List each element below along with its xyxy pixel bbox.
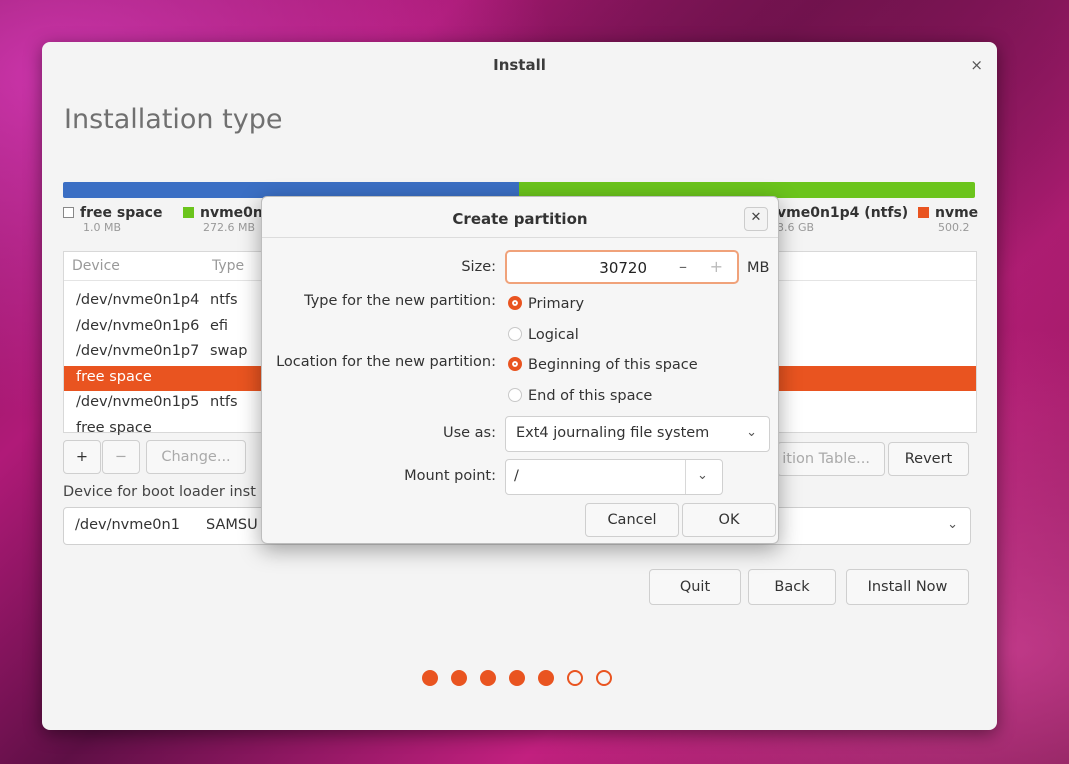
size-label: Size:	[461, 259, 496, 275]
size-unit: MB	[747, 260, 770, 276]
radio-end[interactable]: End of this space	[508, 388, 652, 404]
legend-item-nvme: nvme 500.2	[918, 205, 978, 234]
legend-item-nvme0n1p4: vme0n1p4 (ntfs) 3.6 GB	[777, 205, 908, 234]
radio-checked-icon	[508, 296, 522, 310]
column-header-type[interactable]: Type	[212, 258, 244, 274]
radio-label: Logical	[528, 327, 579, 343]
mount-point-combo[interactable]: / ⌄	[505, 459, 723, 495]
legend-label: nvme0n	[200, 205, 263, 221]
cell-device: free space	[76, 419, 152, 436]
cell-device: /dev/nvme0n1p7	[76, 343, 200, 359]
progress-dot-done	[509, 670, 525, 686]
legend-size: 3.6 GB	[777, 221, 815, 234]
radio-label: End of this space	[528, 388, 653, 404]
legend-size: 272.6 MB	[203, 221, 256, 234]
dialog-close-icon[interactable]: ✕	[744, 207, 768, 231]
cell-device: /dev/nvme0n1p4	[76, 292, 200, 308]
radio-unchecked-icon	[508, 327, 522, 341]
add-partition-button[interactable]: +	[63, 440, 101, 474]
create-partition-dialog: Create partition ✕ Size: 30720 – + MB Ty…	[261, 196, 779, 544]
cell-device: /dev/nvme0n1p6	[76, 317, 200, 334]
boot-device-model: SAMSU	[206, 517, 258, 533]
quit-button[interactable]: Quit	[649, 569, 741, 605]
legend-swatch	[183, 207, 194, 218]
radio-label: Beginning of this space	[528, 357, 698, 373]
radio-beginning[interactable]: Beginning of this space	[508, 357, 698, 373]
chevron-down-icon: ⌄	[746, 425, 757, 440]
cell-type: efi	[210, 317, 229, 334]
decrement-icon[interactable]: –	[679, 257, 687, 276]
back-button[interactable]: Back	[748, 569, 836, 605]
cell-device: /dev/nvme0n1p5	[76, 394, 200, 410]
change-partition-button[interactable]: Change...	[146, 440, 246, 474]
cell-device: free space	[76, 368, 152, 385]
mount-point-dropdown[interactable]: ⌄	[685, 460, 722, 494]
close-icon[interactable]: ×	[970, 56, 983, 74]
boot-device: /dev/nvme0n1	[75, 517, 180, 533]
legend-size: 1.0 MB	[83, 221, 122, 234]
legend-label: nvme	[935, 205, 979, 221]
progress-dot-pending	[596, 670, 612, 686]
dialog-header: Create partition ✕	[262, 197, 778, 238]
radio-unchecked-icon	[508, 388, 522, 402]
mount-point-value: /	[514, 468, 519, 484]
chevron-down-icon: ⌄	[697, 468, 708, 483]
radio-primary[interactable]: Primary	[508, 296, 584, 312]
chevron-down-icon: ⌄	[947, 517, 958, 532]
cell-type: ntfs	[210, 292, 238, 308]
cell-type: ntfs	[210, 394, 238, 410]
partition-type-label: Type for the new partition:	[304, 293, 496, 309]
radio-checked-icon	[508, 357, 522, 371]
legend-swatch	[63, 207, 74, 218]
page-title: Installation type	[64, 104, 283, 135]
remove-partition-button[interactable]: −	[102, 440, 140, 474]
progress-dot-done	[538, 670, 554, 686]
ok-button[interactable]: OK	[682, 503, 776, 537]
progress-dot-done	[422, 670, 438, 686]
legend-item-nvme0n: nvme0n 272.6 MB	[183, 205, 263, 234]
radio-logical[interactable]: Logical	[508, 327, 579, 343]
use-as-label: Use as:	[442, 425, 496, 441]
use-as-value: Ext4 journaling file system	[516, 425, 710, 441]
titlebar: Install ×	[42, 42, 997, 86]
install-now-button[interactable]: Install Now	[846, 569, 969, 605]
dialog-title: Create partition	[452, 210, 588, 228]
column-header-device[interactable]: Device	[72, 258, 120, 274]
partition-location-label: Location for the new partition:	[276, 354, 496, 370]
progress-dot-done	[451, 670, 467, 686]
use-as-select[interactable]: Ext4 journaling file system ⌄	[505, 416, 770, 452]
legend-item-free-space: free space 1.0 MB	[63, 205, 162, 234]
legend-label: vme0n1p4 (ntfs)	[777, 205, 909, 221]
size-spinbox[interactable]: 30720 – +	[505, 250, 739, 284]
legend-swatch	[918, 207, 929, 218]
size-value: 30720	[599, 259, 647, 277]
progress-dots	[422, 670, 612, 686]
progress-dot-pending	[567, 670, 583, 686]
legend-label: free space	[80, 205, 163, 221]
radio-label: Primary	[528, 296, 585, 312]
revert-button[interactable]: Revert	[888, 442, 969, 476]
increment-icon[interactable]: +	[710, 257, 723, 276]
cell-type: swap	[210, 343, 248, 359]
new-partition-table-button[interactable]: ition Table...	[777, 442, 885, 476]
progress-dot-done	[480, 670, 496, 686]
boot-loader-label: Device for boot loader inst	[63, 484, 256, 500]
legend-size: 500.2	[938, 221, 970, 234]
window-title: Install	[493, 56, 546, 74]
cancel-button[interactable]: Cancel	[585, 503, 679, 537]
mount-point-label: Mount point:	[404, 468, 496, 484]
